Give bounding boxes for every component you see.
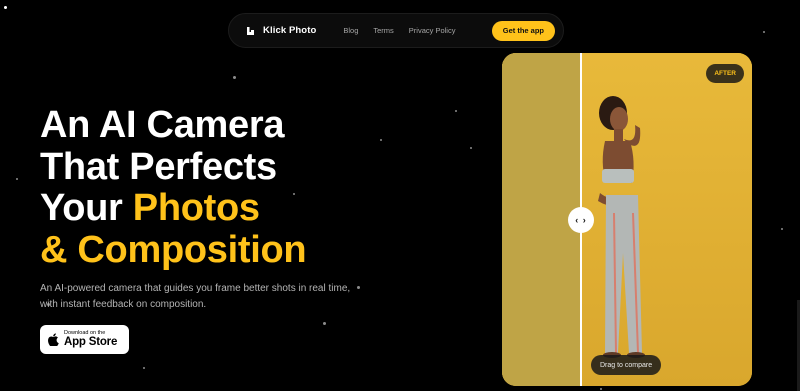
nav-link-blog[interactable]: Blog [343,26,358,35]
star [380,139,382,141]
after-badge: AFTER [706,64,744,83]
headline-photos: Photos [132,187,260,229]
nav-link-privacy-policy[interactable]: Privacy Policy [409,26,456,35]
hero-headline: An AI Camera That Perfects Your Photos &… [40,104,307,271]
star [233,76,236,79]
star [143,367,145,369]
star [763,31,765,33]
app-store-label: App Store [64,336,118,348]
nav-links: Blog Terms Privacy Policy [343,26,455,35]
hero-subtitle: An AI-powered camera that guides you fra… [40,283,351,310]
before-after-compare[interactable]: ‹ › AFTER Drag to compare [502,53,752,386]
star [781,228,783,230]
headline-line-4: & Composition [40,228,307,271]
app-store-text: Download on the App Store [64,330,118,349]
drag-arrows-icon[interactable]: ‹ › [568,207,594,233]
star [600,388,602,390]
nav-link-terms[interactable]: Terms [373,26,393,35]
drag-to-compare-label: Drag to compare [591,355,662,375]
headline-your: Your [40,187,133,229]
star [16,178,18,180]
headline-line-1: An AI Camera [40,104,285,146]
apple-icon [48,333,59,346]
brand-name: Klick Photo [263,25,317,36]
top-nav: Klick Photo Blog Terms Privacy Policy Ge… [228,13,564,48]
star [323,322,326,325]
app-store-button[interactable]: Download on the App Store [40,325,129,354]
star [4,6,7,9]
headline-line-3: Your Photos [40,187,306,230]
get-the-app-button[interactable]: Get the app [491,20,555,41]
headline-line-2: That Perfects [40,145,277,188]
star [470,147,472,149]
star [455,110,457,112]
brand[interactable]: Klick Photo [246,25,316,36]
logo-icon [246,26,255,36]
